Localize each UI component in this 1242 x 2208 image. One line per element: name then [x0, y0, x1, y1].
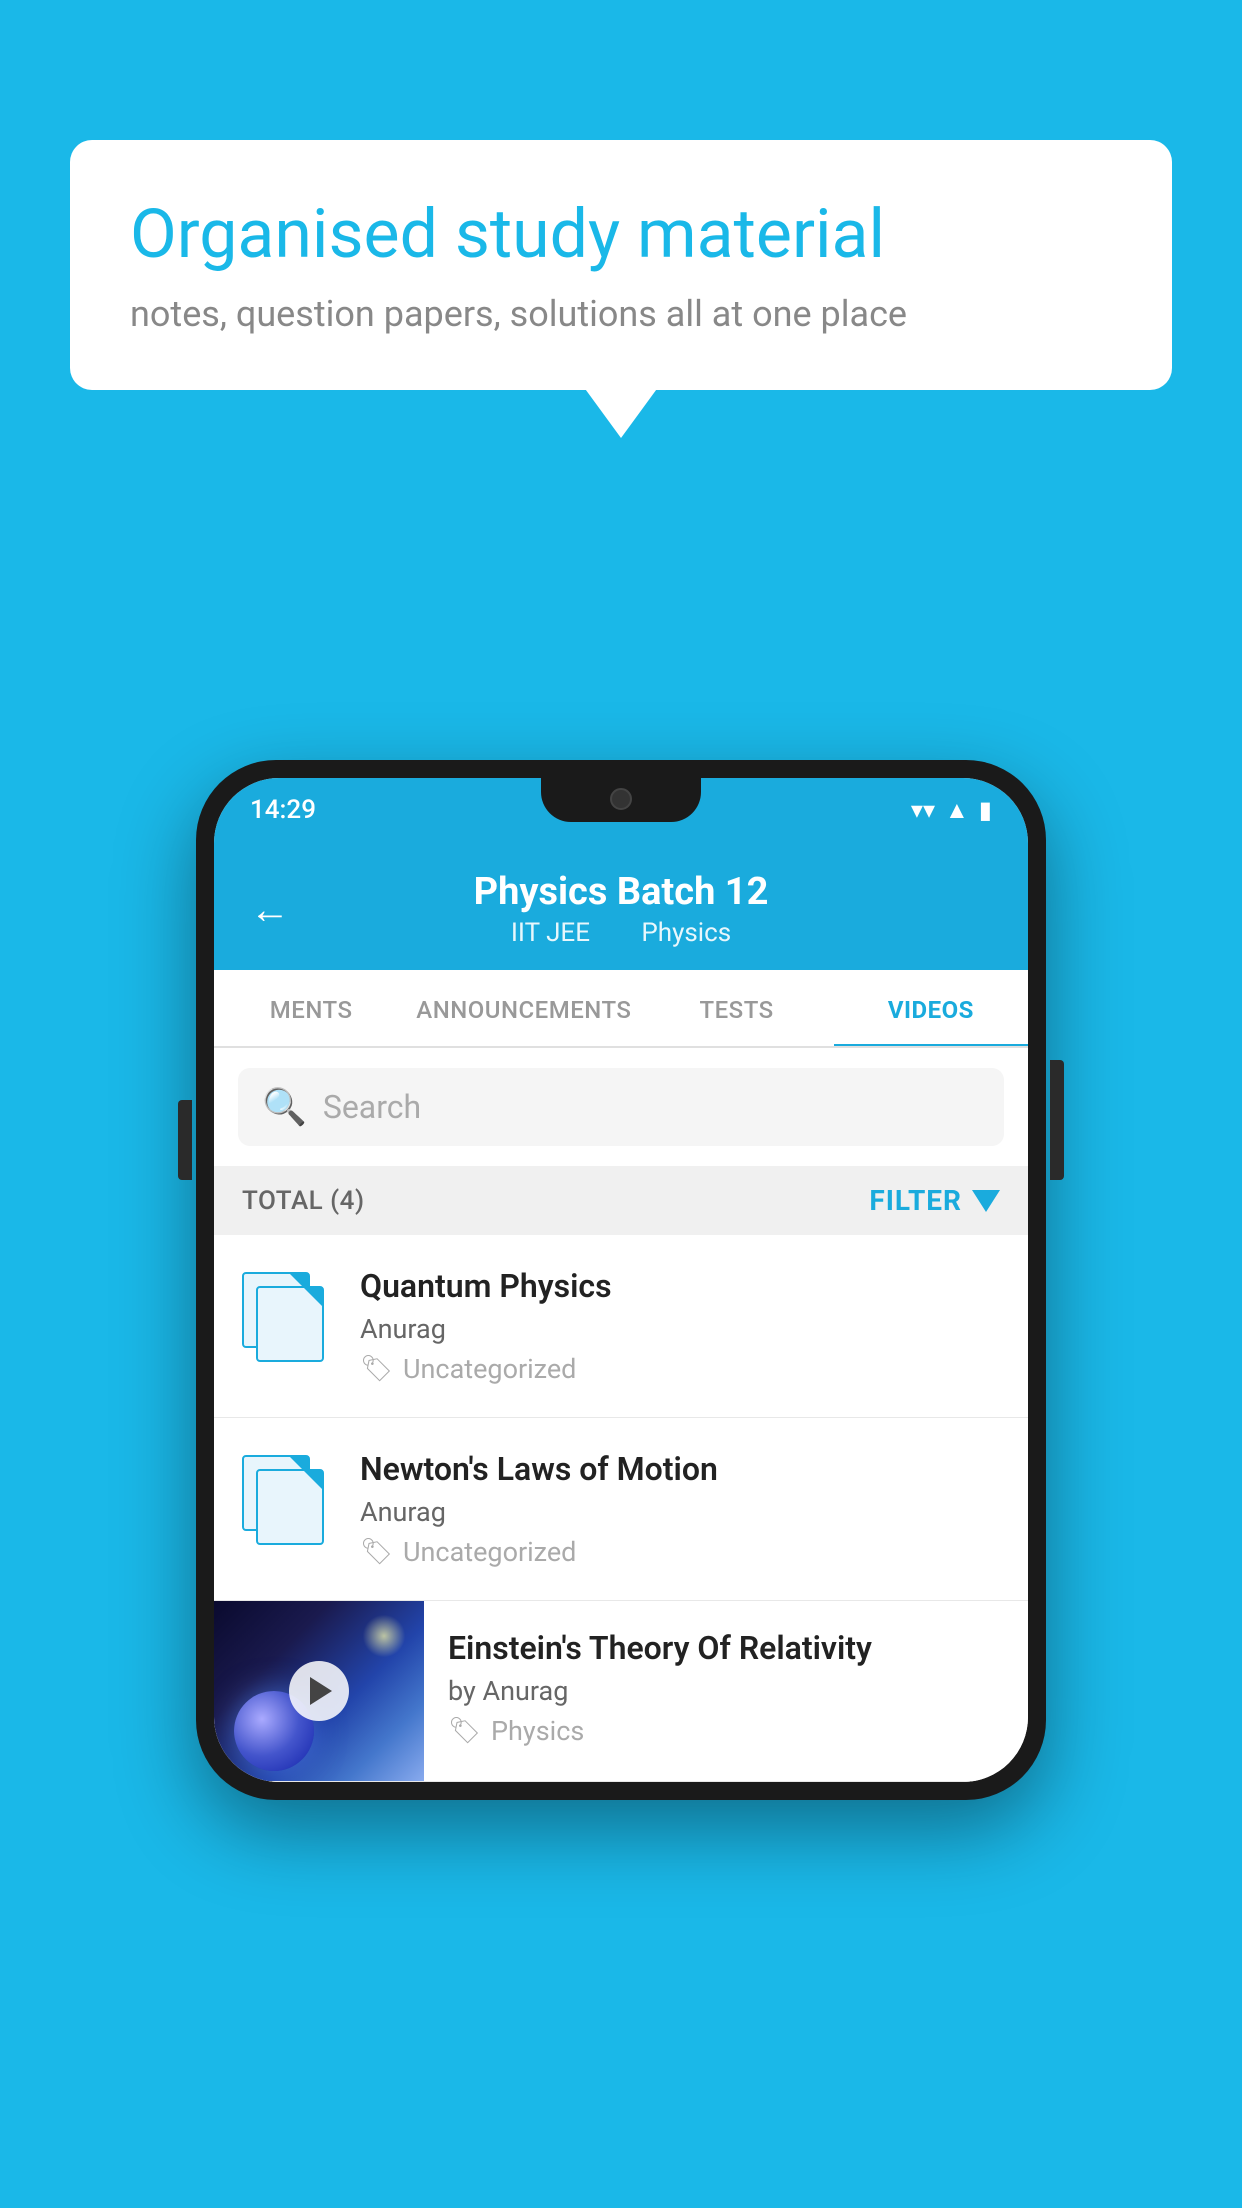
tab-bar: MENTS ANNOUNCEMENTS TESTS VIDEOS — [214, 970, 1028, 1048]
video-title-einstein: Einstein's Theory Of Relativity — [448, 1629, 1004, 1667]
video-item-einstein[interactable]: Einstein's Theory Of Relativity by Anura… — [214, 1601, 1028, 1782]
app-header: ← Physics Batch 12 IIT JEE Physics — [214, 842, 1028, 970]
video-info-newtons: Newton's Laws of Motion Anurag 🏷 Uncateg… — [360, 1450, 1000, 1568]
video-author-newtons: Anurag — [360, 1496, 1000, 1528]
status-bar: 14:29 ▾▾ ▲ ▮ — [214, 778, 1028, 842]
video-tag-quantum: Uncategorized — [403, 1353, 576, 1385]
header-subtitle-part2: Physics — [641, 918, 731, 948]
stars-graphic — [359, 1611, 409, 1661]
video-info-einstein: Einstein's Theory Of Relativity by Anura… — [424, 1601, 1028, 1775]
video-tag-row-quantum: 🏷 Uncategorized — [360, 1353, 1000, 1385]
video-author-quantum: Anurag — [360, 1313, 1000, 1345]
header-subtitle-part1: IIT JEE — [511, 918, 590, 948]
video-title-newtons: Newton's Laws of Motion — [360, 1450, 1000, 1488]
header-title: Physics Batch 12 — [314, 870, 928, 914]
video-tag-row-newtons: 🏷 Uncategorized — [360, 1536, 1000, 1568]
tag-icon-newtons: 🏷 — [360, 1537, 393, 1567]
tag-icon-quantum: 🏷 — [360, 1354, 393, 1384]
header-subtitle: IIT JEE Physics — [314, 918, 928, 948]
video-thumbnail-einstein — [214, 1601, 424, 1781]
tag-icon-einstein: 🏷 — [448, 1716, 481, 1746]
phone-screen: 14:29 ▾▾ ▲ ▮ ← Physics Batch 12 IIT JEE … — [214, 778, 1028, 1782]
filter-bar: TOTAL (4) FILTER — [214, 1166, 1028, 1235]
speech-bubble-container: Organised study material notes, question… — [70, 140, 1172, 390]
signal-icon: ▲ — [945, 796, 969, 825]
filter-icon — [972, 1190, 1000, 1212]
doc-icon-front — [256, 1286, 324, 1362]
video-tag-einstein: Physics — [491, 1715, 584, 1747]
search-input-wrapper[interactable]: 🔍 Search — [238, 1068, 1004, 1146]
notch — [541, 778, 701, 822]
battery-icon: ▮ — [979, 796, 992, 824]
video-tag-row-einstein: 🏷 Physics — [448, 1715, 1004, 1747]
bubble-subtitle: notes, question papers, solutions all at… — [130, 293, 1112, 335]
filter-label: FILTER — [869, 1184, 962, 1217]
play-icon — [310, 1677, 332, 1705]
search-container: 🔍 Search — [214, 1048, 1028, 1166]
video-list: Quantum Physics Anurag 🏷 Uncategorized — [214, 1235, 1028, 1782]
header-text: Physics Batch 12 IIT JEE Physics — [314, 870, 928, 948]
status-time: 14:29 — [250, 795, 316, 825]
video-author-einstein: by Anurag — [448, 1675, 1004, 1707]
video-icon-newtons — [242, 1450, 332, 1540]
speech-bubble: Organised study material notes, question… — [70, 140, 1172, 390]
video-tag-newtons: Uncategorized — [403, 1536, 576, 1568]
wifi-icon: ▾▾ — [911, 796, 935, 824]
video-icon-quantum — [242, 1267, 332, 1357]
video-info-quantum: Quantum Physics Anurag 🏷 Uncategorized — [360, 1267, 1000, 1385]
video-item-quantum-physics[interactable]: Quantum Physics Anurag 🏷 Uncategorized — [214, 1235, 1028, 1418]
total-count-label: TOTAL (4) — [242, 1186, 365, 1216]
phone-wrapper: 14:29 ▾▾ ▲ ▮ ← Physics Batch 12 IIT JEE … — [196, 760, 1046, 1800]
status-icons: ▾▾ ▲ ▮ — [911, 796, 992, 825]
tab-videos[interactable]: VIDEOS — [834, 970, 1028, 1046]
header-subtitle-separator — [612, 918, 625, 948]
back-button[interactable]: ← — [250, 886, 290, 933]
tab-tests[interactable]: TESTS — [639, 970, 833, 1046]
filter-button[interactable]: FILTER — [869, 1184, 1000, 1217]
bubble-title: Organised study material — [130, 195, 1112, 273]
video-title-quantum: Quantum Physics — [360, 1267, 1000, 1305]
phone-outer: 14:29 ▾▾ ▲ ▮ ← Physics Batch 12 IIT JEE … — [196, 760, 1046, 1800]
camera — [610, 788, 632, 810]
doc-icon-front-2 — [256, 1469, 324, 1545]
video-item-newtons-laws[interactable]: Newton's Laws of Motion Anurag 🏷 Uncateg… — [214, 1418, 1028, 1601]
search-icon: 🔍 — [262, 1086, 307, 1128]
search-placeholder: Search — [323, 1088, 421, 1126]
tab-announcements[interactable]: ANNOUNCEMENTS — [408, 970, 639, 1046]
play-button[interactable] — [289, 1661, 349, 1721]
tab-ments[interactable]: MENTS — [214, 970, 408, 1046]
